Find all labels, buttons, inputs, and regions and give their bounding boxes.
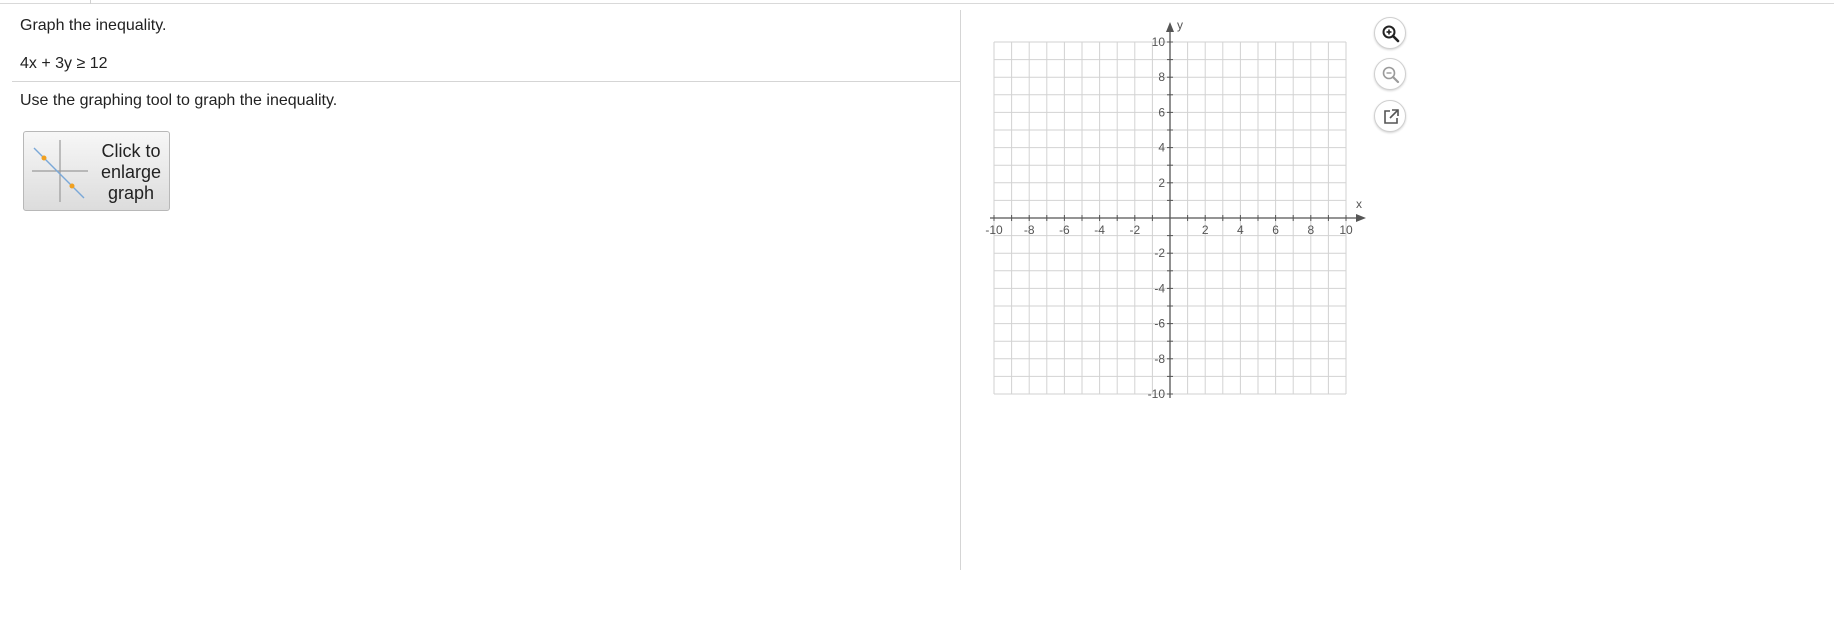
zoom-in-icon — [1382, 25, 1400, 43]
y-tick-label: 2 — [1158, 176, 1165, 190]
y-tick-label: 4 — [1158, 141, 1165, 155]
x-tick-label: -10 — [985, 223, 1003, 237]
x-tick-label: 8 — [1307, 223, 1314, 237]
y-tick-label: 10 — [1152, 35, 1166, 49]
y-tick-label: -6 — [1154, 317, 1165, 331]
graph-thumbnail-icon — [32, 140, 88, 202]
y-tick-label: 8 — [1158, 70, 1165, 84]
graph-area[interactable]: -10 -8 -6 -4 -2 2 4 6 8 10 10 8 6 4 2 -2 -4 -6 -8 -10 x y — [980, 10, 1380, 410]
zoom-out-icon — [1382, 66, 1400, 84]
graph-tick-labels: -10 -8 -6 -4 -2 2 4 6 8 10 10 8 6 4 2 -2 -4 -6 -8 -10 x y — [985, 18, 1362, 401]
y-axis-arrow-icon — [1166, 22, 1174, 32]
pane-divider — [960, 10, 961, 570]
divider — [12, 81, 960, 82]
question-pane: Graph the inequality. 4x + 3y ≥ 12 Use t… — [0, 4, 960, 570]
inequality-equation: 4x + 3y ≥ 12 — [20, 55, 108, 72]
question-instruction: Graph the inequality. — [20, 17, 167, 34]
zoom-in-button[interactable] — [1374, 17, 1406, 49]
x-tick-label: 6 — [1272, 223, 1279, 237]
x-tick-label: -6 — [1059, 223, 1070, 237]
x-tick-label: 4 — [1237, 223, 1244, 237]
open-external-button[interactable] — [1374, 100, 1406, 132]
y-tick-label: -2 — [1154, 246, 1165, 260]
x-tick-label: 2 — [1202, 223, 1209, 237]
external-link-icon — [1384, 109, 1399, 124]
x-axis-arrow-icon — [1356, 214, 1366, 222]
x-tick-label: -8 — [1024, 223, 1035, 237]
zoom-out-button[interactable] — [1374, 58, 1406, 90]
y-tick-label: -8 — [1154, 352, 1165, 366]
y-tick-label: -10 — [1148, 387, 1166, 401]
enlarge-graph-button[interactable]: Click to enlarge graph — [23, 131, 170, 211]
x-axis-label: x — [1356, 197, 1362, 211]
x-tick-label: -4 — [1094, 223, 1105, 237]
x-tick-label: -2 — [1129, 223, 1140, 237]
y-tick-label: 6 — [1158, 105, 1165, 119]
graphing-tool-instruction: Use the graphing tool to graph the inequ… — [20, 92, 338, 109]
x-tick-label: 10 — [1339, 223, 1353, 237]
y-axis-label: y — [1177, 18, 1183, 32]
enlarge-graph-label: Click to enlarge graph — [100, 141, 162, 203]
y-tick-label: -4 — [1154, 281, 1165, 295]
